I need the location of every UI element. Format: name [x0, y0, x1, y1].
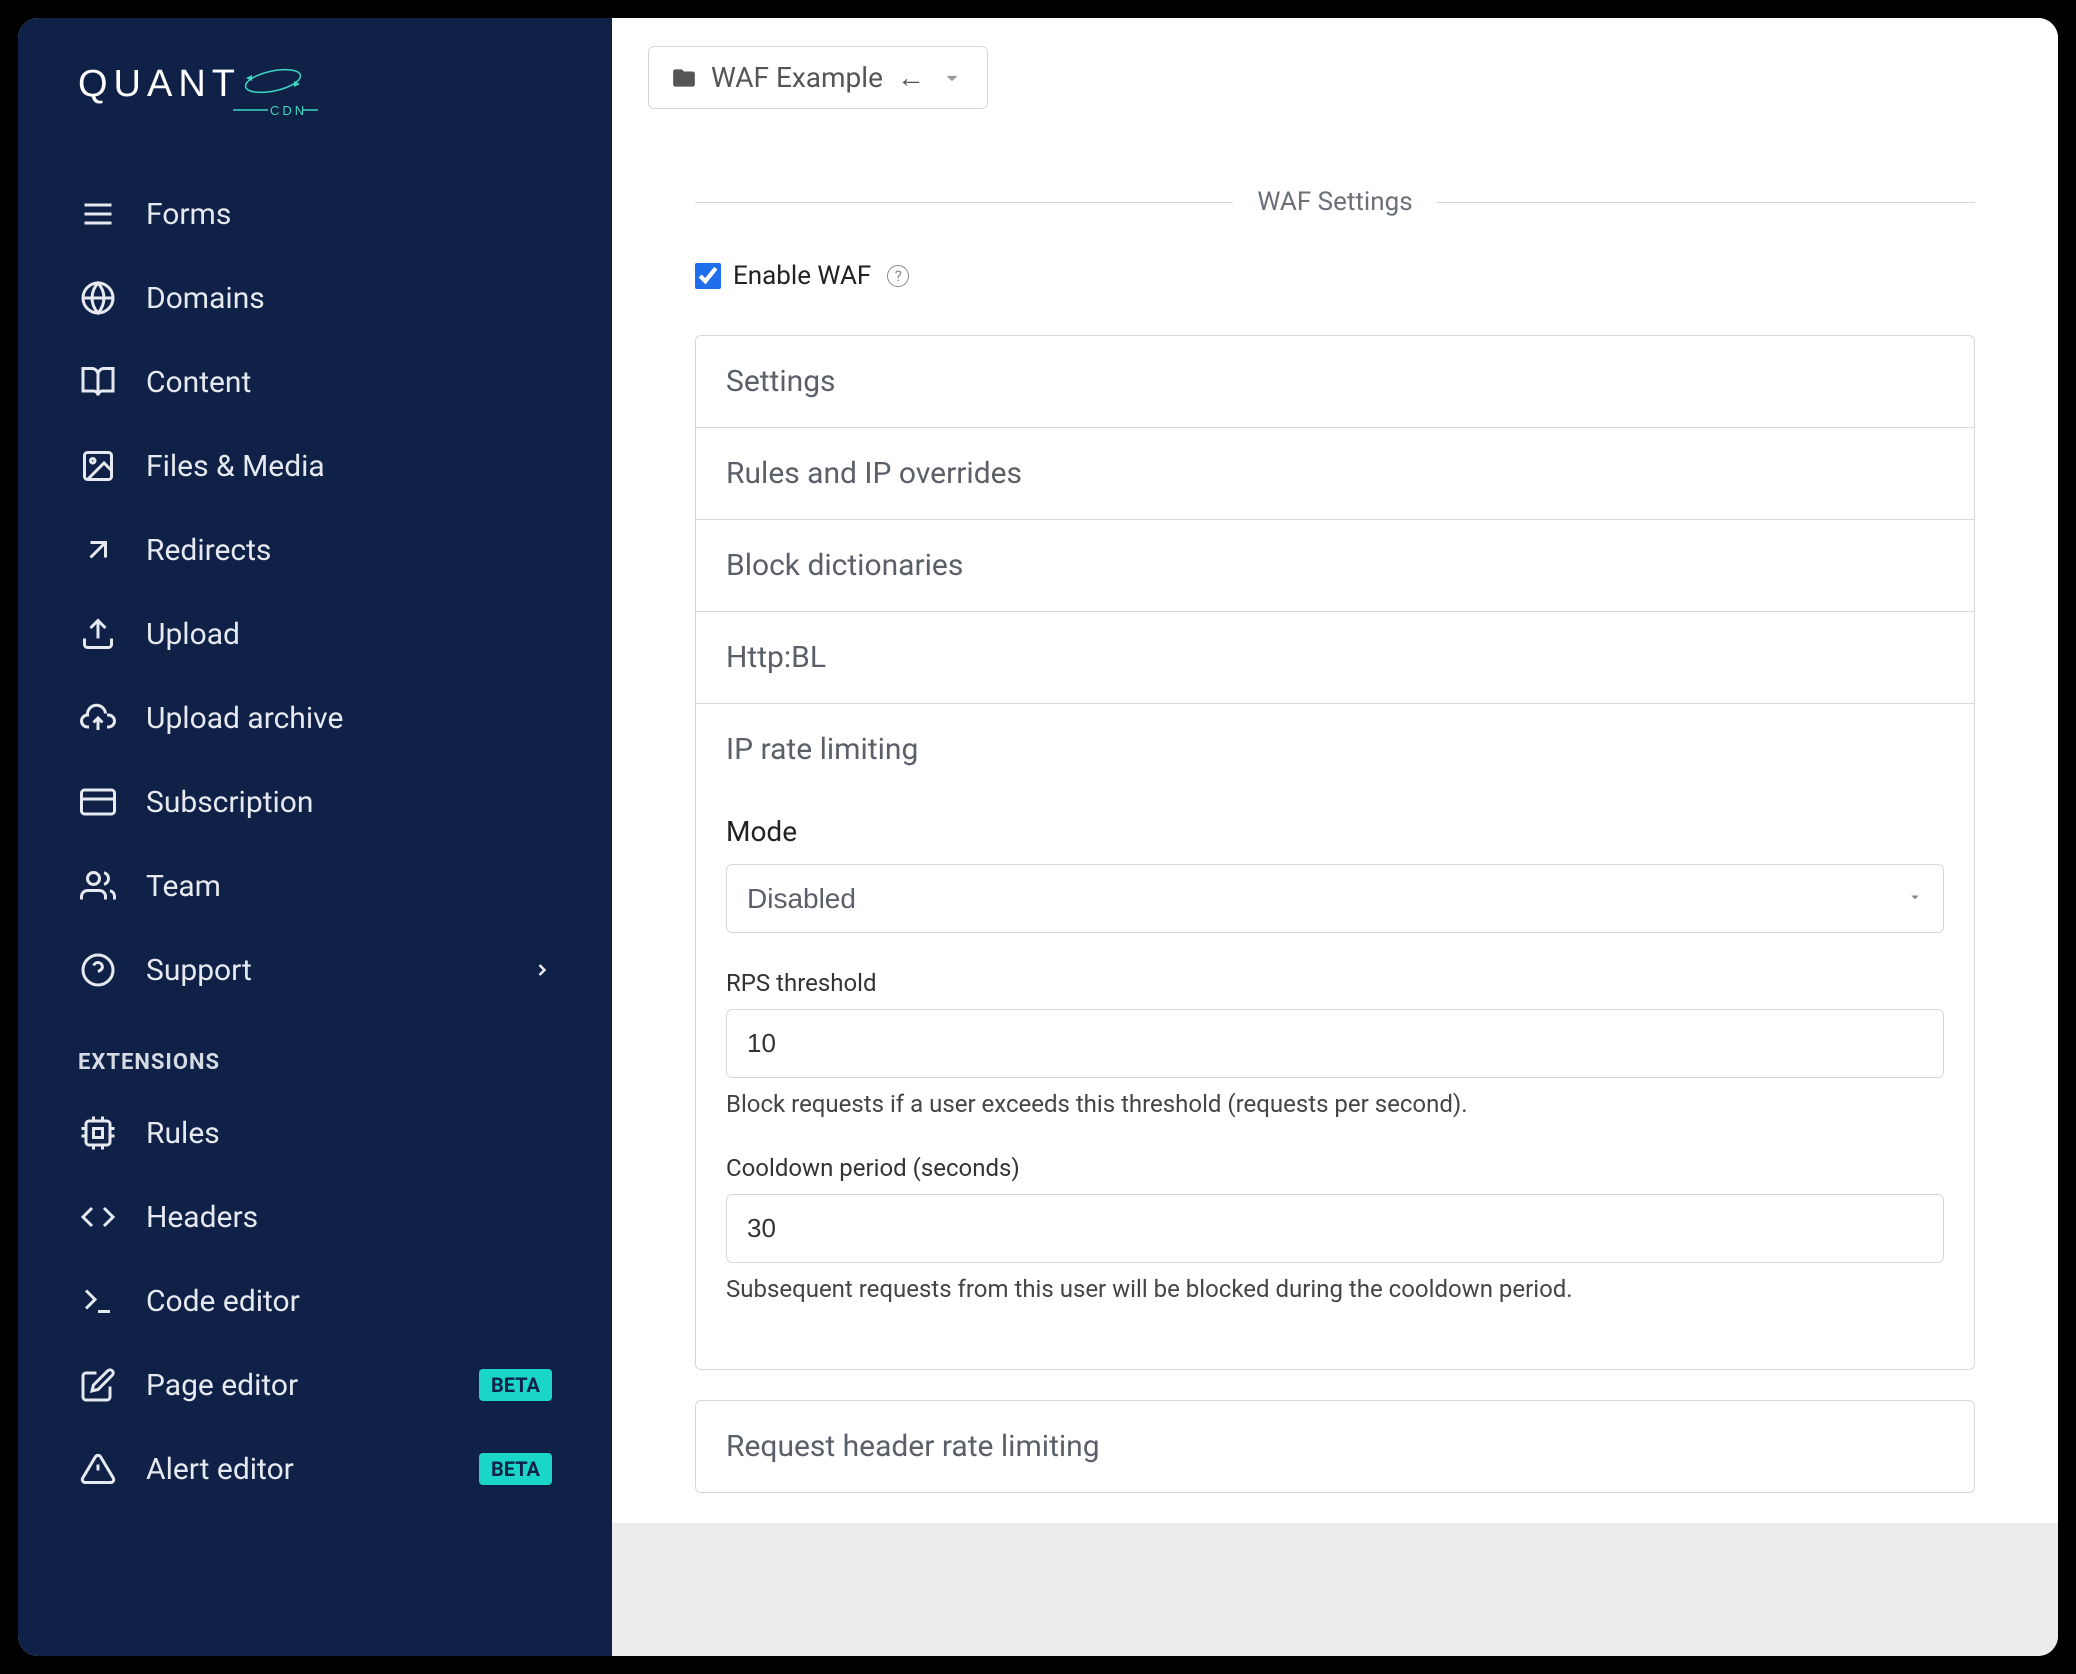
enable-waf-label[interactable]: Enable WAF — [733, 261, 871, 291]
globe-icon — [78, 278, 118, 318]
legend-text: WAF Settings — [1233, 187, 1436, 217]
sidebar-item-redirects[interactable]: Redirects — [18, 508, 612, 592]
rps-input[interactable] — [726, 1009, 1944, 1078]
sidebar-item-rules[interactable]: Rules — [18, 1091, 612, 1175]
project-selector-label: WAF Example — [711, 61, 883, 94]
nav-main: Forms Domains Content — [18, 172, 612, 1012]
sidebar-item-upload-archive[interactable]: Upload archive — [18, 676, 612, 760]
rps-help: Block requests if a user exceeds this th… — [726, 1090, 1944, 1118]
edit-icon — [78, 1365, 118, 1405]
sidebar-item-label: Subscription — [146, 785, 313, 820]
app-container: QUANT CDN Forms — [18, 18, 2058, 1656]
help-icon[interactable]: ? — [887, 265, 909, 287]
arrow-up-right-icon — [78, 530, 118, 570]
sidebar-item-label: Alert editor — [146, 1452, 294, 1487]
folder-icon — [671, 65, 697, 91]
sidebar-item-team[interactable]: Team — [18, 844, 612, 928]
enable-waf-row: Enable WAF ? — [695, 261, 1975, 291]
upload-icon — [78, 614, 118, 654]
image-icon — [78, 446, 118, 486]
accordion-item-settings: Settings — [696, 336, 1974, 428]
sidebar-item-content[interactable]: Content — [18, 340, 612, 424]
credit-card-icon — [78, 782, 118, 822]
sidebar-item-label: Content — [146, 365, 251, 400]
accordion-item-httpbl: Http:BL — [696, 612, 1974, 704]
waf-accordion: Settings Rules and IP overrides Block di… — [695, 335, 1975, 1370]
accordion-item-ip-rate-limiting: IP rate limiting Mode Disabled — [696, 704, 1974, 1369]
sidebar: QUANT CDN Forms — [18, 18, 612, 1656]
cpu-icon — [78, 1113, 118, 1153]
sidebar-item-label: Upload archive — [146, 701, 343, 736]
sidebar-item-label: Forms — [146, 197, 231, 232]
cooldown-label: Cooldown period (seconds) — [726, 1154, 1944, 1182]
cloud-upload-icon — [78, 698, 118, 738]
accordion-header[interactable]: Http:BL — [696, 612, 1974, 703]
mode-label: Mode — [726, 815, 1944, 848]
arrow-left-icon: ← — [897, 61, 925, 94]
main-area: WAF Example ← WAF Settings Enable WAF — [612, 18, 2058, 1656]
sidebar-item-upload[interactable]: Upload — [18, 592, 612, 676]
svg-text:CDN: CDN — [270, 103, 307, 118]
help-circle-icon — [78, 950, 118, 990]
sidebar-item-label: Code editor — [146, 1284, 300, 1319]
sidebar-section-extensions: EXTENSIONS — [18, 1012, 612, 1091]
sidebar-item-label: Redirects — [146, 533, 271, 568]
sidebar-item-code-editor[interactable]: Code editor — [18, 1259, 612, 1343]
accordion-item-rules-ip: Rules and IP overrides — [696, 428, 1974, 520]
book-icon — [78, 362, 118, 402]
top-bar: WAF Example ← — [612, 18, 2058, 137]
sidebar-item-support[interactable]: Support — [18, 928, 612, 1012]
accordion-header[interactable]: Rules and IP overrides — [696, 428, 1974, 519]
nav-extensions: Rules Headers Code editor — [18, 1091, 612, 1511]
sidebar-item-label: Headers — [146, 1200, 258, 1235]
accordion-header[interactable]: IP rate limiting — [696, 704, 1974, 795]
caret-down-icon — [939, 65, 965, 91]
sidebar-item-label: Team — [146, 869, 221, 904]
accordion-header[interactable]: Block dictionaries — [696, 520, 1974, 611]
menu-icon — [78, 194, 118, 234]
content-scroll[interactable]: WAF Settings Enable WAF ? Settings — [612, 137, 2058, 1656]
users-icon — [78, 866, 118, 906]
enable-waf-checkbox[interactable] — [695, 263, 721, 289]
chevron-right-icon — [532, 953, 552, 988]
accordion-header[interactable]: Request header rate limiting — [696, 1401, 1974, 1492]
accordion-item-block-dict: Block dictionaries — [696, 520, 1974, 612]
accordion-body: Mode Disabled — [696, 795, 1974, 1369]
sidebar-item-label: Support — [146, 953, 252, 988]
accordion-header[interactable]: Settings — [696, 336, 1974, 427]
mode-group: Mode Disabled — [726, 815, 1944, 933]
sidebar-item-forms[interactable]: Forms — [18, 172, 612, 256]
beta-badge: BETA — [479, 1369, 552, 1401]
sidebar-item-label: Page editor — [146, 1368, 298, 1403]
sidebar-item-subscription[interactable]: Subscription — [18, 760, 612, 844]
beta-badge: BETA — [479, 1453, 552, 1485]
cooldown-help: Subsequent requests from this user will … — [726, 1275, 1944, 1303]
code-icon — [78, 1197, 118, 1237]
sidebar-item-label: Rules — [146, 1116, 220, 1151]
terminal-icon — [78, 1281, 118, 1321]
section-legend: WAF Settings — [695, 187, 1975, 217]
svg-text:QUANT: QUANT — [78, 63, 241, 105]
cooldown-group: Cooldown period (seconds) Subsequent req… — [726, 1154, 1944, 1303]
rps-label: RPS threshold — [726, 969, 1944, 997]
sidebar-item-files-media[interactable]: Files & Media — [18, 424, 612, 508]
sidebar-item-label: Files & Media — [146, 449, 325, 484]
sidebar-item-alert-editor[interactable]: Alert editor BETA — [18, 1427, 612, 1511]
sidebar-item-page-editor[interactable]: Page editor BETA — [18, 1343, 612, 1427]
rps-group: RPS threshold Block requests if a user e… — [726, 969, 1944, 1118]
sidebar-item-headers[interactable]: Headers — [18, 1175, 612, 1259]
project-selector[interactable]: WAF Example ← — [648, 46, 988, 109]
sidebar-item-label: Domains — [146, 281, 265, 316]
brand-logo[interactable]: QUANT CDN — [18, 48, 612, 172]
sidebar-item-label: Upload — [146, 617, 240, 652]
request-header-rate-limiting-panel: Request header rate limiting — [695, 1400, 1975, 1493]
mode-select[interactable]: Disabled — [726, 864, 1944, 933]
sidebar-item-domains[interactable]: Domains — [18, 256, 612, 340]
cooldown-input[interactable] — [726, 1194, 1944, 1263]
alert-triangle-icon — [78, 1449, 118, 1489]
